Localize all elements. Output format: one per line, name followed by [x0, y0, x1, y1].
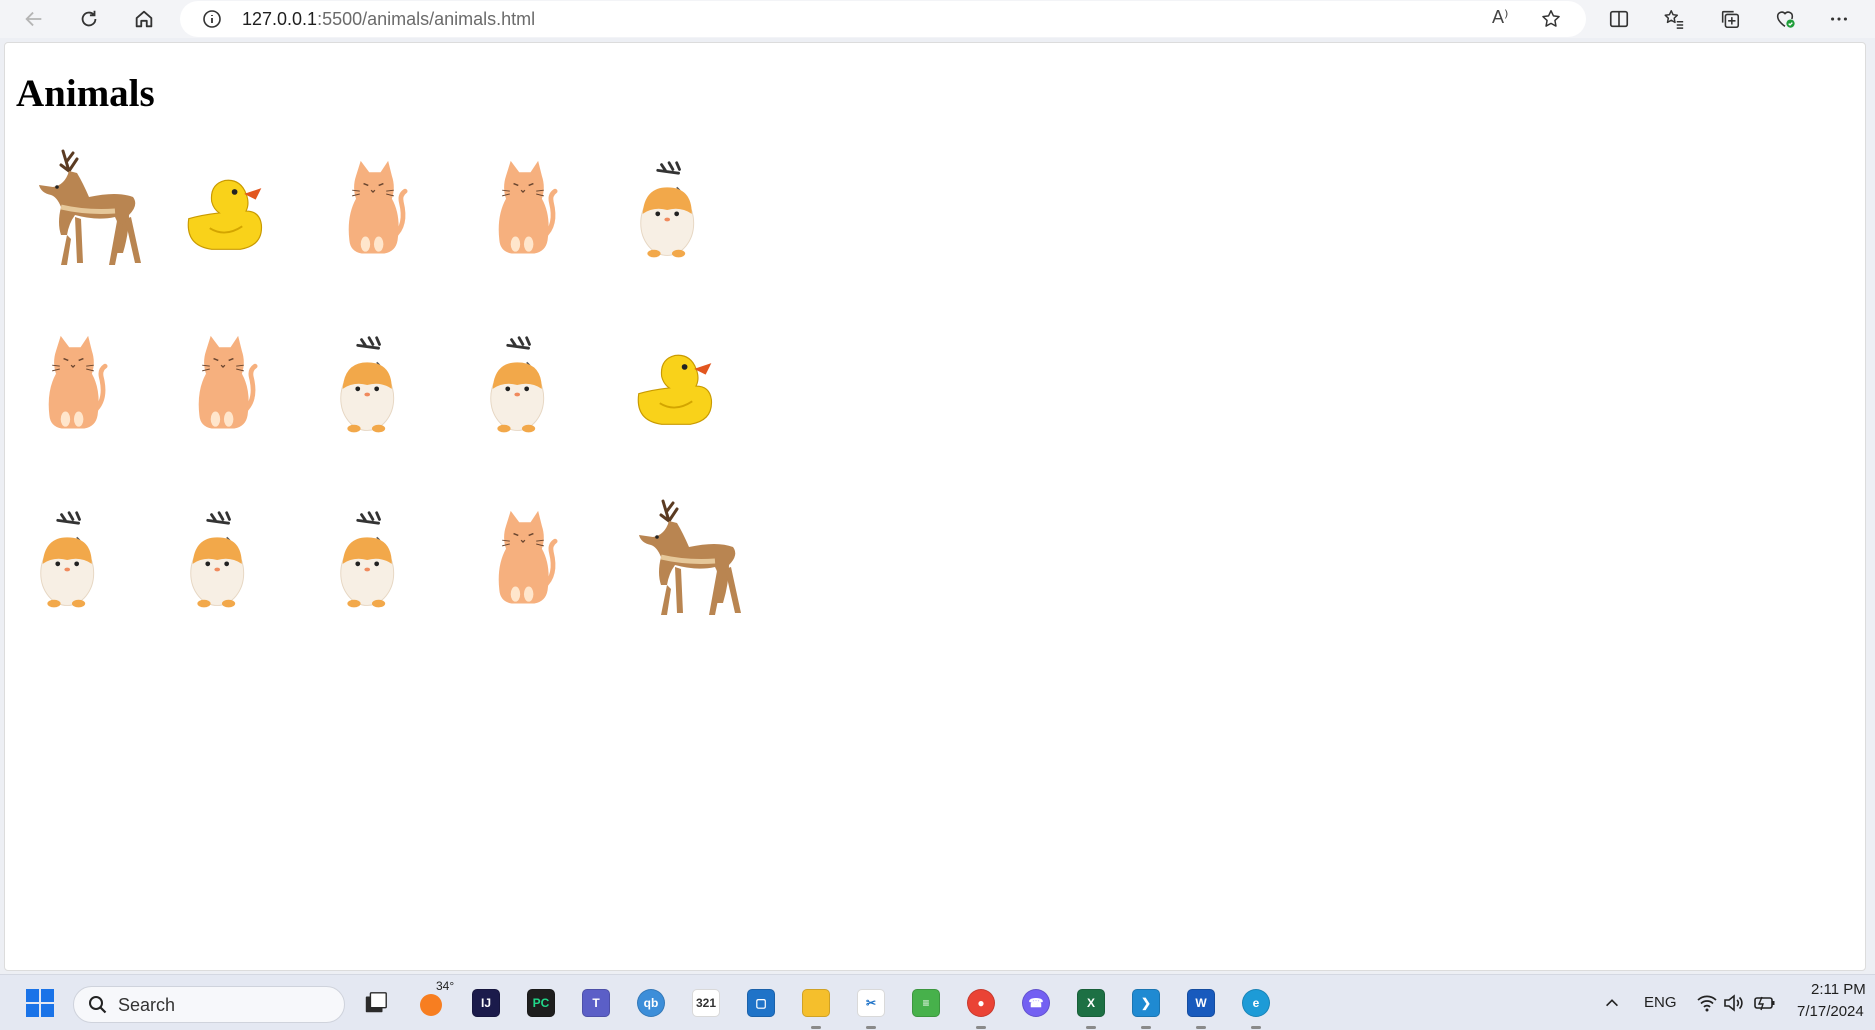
viber-taskbar-button[interactable]: ☎	[1018, 985, 1054, 1021]
language-indicator[interactable]: ENG	[1644, 994, 1677, 1011]
battery-icon[interactable]	[1752, 994, 1776, 1012]
read-aloud-button[interactable]: A⁾	[1492, 7, 1508, 28]
running-indicator	[1086, 1026, 1096, 1029]
teams-taskbar-button[interactable]: T	[578, 985, 614, 1021]
calendar-icon: 321	[692, 989, 720, 1017]
remote-desktop-icon: ▢	[747, 989, 775, 1017]
running-indicator	[866, 1026, 876, 1029]
hamster-image	[183, 509, 259, 618]
task-view-icon	[365, 992, 387, 1013]
hamster-image	[333, 334, 409, 443]
vscode-icon: ❯	[1132, 989, 1160, 1017]
home-button[interactable]	[127, 3, 161, 35]
cat-image	[335, 159, 411, 268]
more-horizontal-icon	[1831, 17, 1847, 21]
clock-time[interactable]: 2:11 PM	[1811, 981, 1866, 998]
word-icon: W	[1187, 989, 1215, 1017]
file-explorer-taskbar-button[interactable]	[798, 985, 834, 1029]
favorites-button[interactable]	[1657, 3, 1691, 35]
viber-icon: ☎	[1022, 989, 1050, 1017]
cat-image	[35, 334, 111, 443]
file-explorer-icon	[802, 989, 830, 1017]
chevron-up-icon	[1606, 999, 1618, 1007]
weather-widget[interactable]: 34°	[414, 979, 457, 1021]
split-screen-icon	[1609, 10, 1629, 28]
excel-taskbar-button[interactable]: X	[1073, 985, 1109, 1029]
running-indicator	[976, 1026, 986, 1029]
windows-taskbar: Search 34° IJ PC Tqb 321 ▢ ✂ ≡ ● ☎ X ❯ We ENG 2:11 …	[0, 974, 1875, 1030]
weather-temp: 34°	[434, 979, 457, 993]
search-placeholder: Search	[118, 995, 176, 1015]
windows-logo-icon	[26, 989, 54, 1017]
chrome-taskbar-button[interactable]: ●	[963, 985, 999, 1029]
bluestacks-taskbar-button[interactable]: ≡	[908, 985, 944, 1021]
collections-icon	[1721, 10, 1740, 29]
excel-icon: X	[1077, 989, 1105, 1017]
cat-image	[185, 334, 261, 443]
intellij-icon: IJ	[472, 989, 500, 1017]
deer-image	[617, 491, 747, 626]
arrow-left-icon	[25, 11, 42, 27]
hamster-image	[333, 509, 409, 618]
url-host: 127.0.0.1	[242, 9, 318, 29]
url-path: :5500/animals/animals.html	[317, 9, 536, 29]
snipping-tool-icon: ✂	[857, 989, 885, 1017]
address-bar[interactable]: 127.0.0.1:5500/animals/animals.html A⁾	[180, 1, 1586, 37]
edge-taskbar-button[interactable]: e	[1238, 985, 1274, 1029]
web-page: Animals	[4, 42, 1866, 971]
browser-toolbar: 127.0.0.1:5500/animals/animals.html A⁾	[0, 0, 1875, 38]
word-taskbar-button[interactable]: W	[1183, 985, 1219, 1029]
url-text: 127.0.0.1:5500/animals/animals.html	[242, 9, 535, 30]
refresh-icon	[81, 10, 97, 27]
edge-icon: e	[1242, 989, 1270, 1017]
browser-essentials-button[interactable]	[1768, 3, 1802, 35]
speaker-icon[interactable]	[1723, 993, 1745, 1013]
settings-more-button[interactable]	[1822, 3, 1856, 35]
show-hidden-icons-button[interactable]	[1594, 985, 1630, 1021]
intellij-taskbar-button[interactable]: IJ	[468, 985, 504, 1021]
deer-image	[17, 141, 147, 276]
duck-image	[633, 344, 719, 435]
heart-pulse-icon	[1776, 11, 1795, 28]
collections-button[interactable]	[1713, 3, 1747, 35]
running-indicator	[1196, 1026, 1206, 1029]
chrome-icon: ●	[967, 989, 995, 1017]
bluestacks-icon: ≡	[912, 989, 940, 1017]
search-icon	[89, 996, 107, 1014]
hamster-image	[633, 159, 709, 268]
remote-desktop-taskbar-button[interactable]: ▢	[743, 985, 779, 1021]
snipping-tool-taskbar-button[interactable]: ✂	[853, 985, 889, 1029]
home-icon	[135, 10, 153, 28]
split-screen-button[interactable]	[1602, 3, 1636, 35]
task-view-button[interactable]	[358, 985, 394, 1021]
pycharm-taskbar-button[interactable]: PC	[523, 985, 559, 1021]
teams-icon: T	[582, 989, 610, 1017]
running-indicator	[1251, 1026, 1261, 1029]
taskbar-search[interactable]: Search	[73, 986, 345, 1023]
cat-image	[485, 509, 561, 618]
running-indicator	[811, 1026, 821, 1029]
calendar-taskbar-button[interactable]: 321	[688, 985, 724, 1021]
vscode-taskbar-button[interactable]: ❯	[1128, 985, 1164, 1029]
hamster-image	[483, 334, 559, 443]
start-button[interactable]	[22, 985, 58, 1021]
favorite-star-icon[interactable]	[1540, 8, 1562, 30]
back-button[interactable]	[17, 3, 51, 35]
cat-image	[485, 159, 561, 268]
site-info-icon[interactable]	[202, 9, 222, 29]
refresh-button[interactable]	[72, 3, 106, 35]
clock-date[interactable]: 7/17/2024	[1797, 1003, 1864, 1020]
running-indicator	[1141, 1026, 1151, 1029]
pycharm-icon: PC	[527, 989, 555, 1017]
page-title: Animals	[16, 72, 155, 115]
qbittorrent-icon: qb	[637, 989, 665, 1017]
duck-image	[183, 169, 269, 260]
wifi-icon[interactable]	[1696, 994, 1718, 1012]
hamster-image	[33, 509, 109, 618]
favorites-list-icon	[1664, 10, 1684, 29]
qbittorrent-taskbar-button[interactable]: qb	[633, 985, 669, 1021]
